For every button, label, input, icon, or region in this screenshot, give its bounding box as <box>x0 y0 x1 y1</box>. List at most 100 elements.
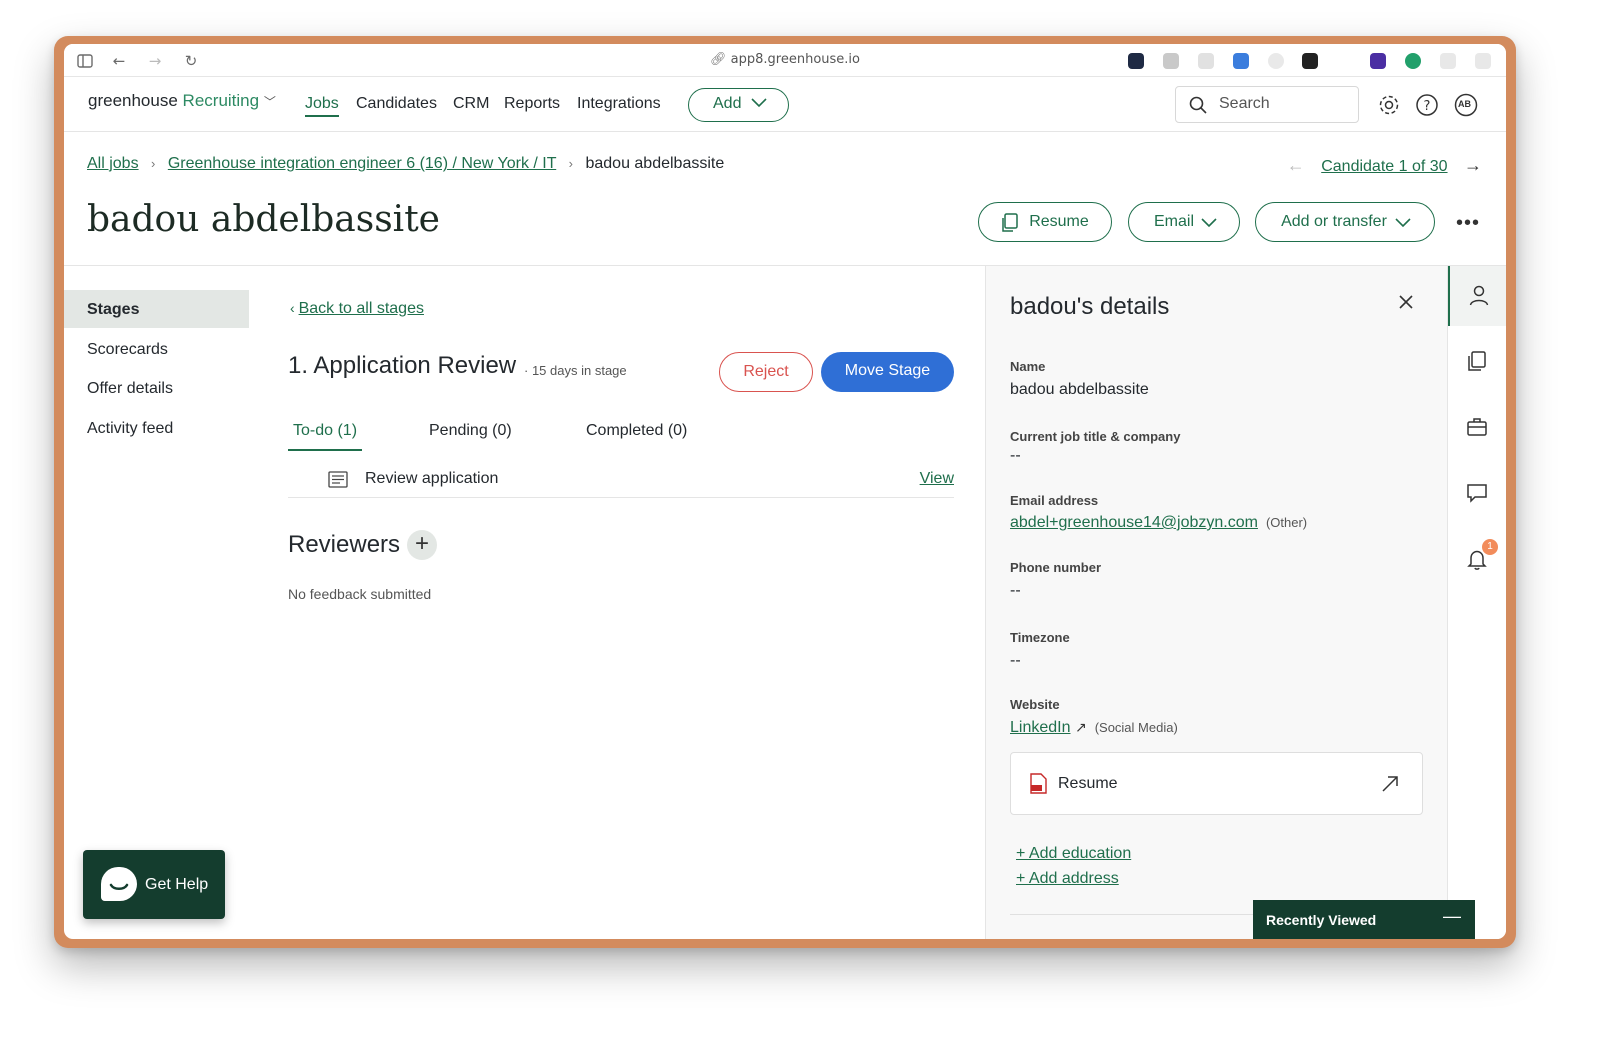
website-label: Website <box>1010 697 1060 712</box>
add-or-transfer-button[interactable]: Add or transfer <box>1255 202 1435 242</box>
extension-blue-icon[interactable] <box>1233 53 1249 69</box>
sidebar-item-offer-details[interactable]: Offer details <box>64 369 249 407</box>
email-link[interactable]: abdel+greenhouse14@jobzyn.com <box>1010 514 1258 531</box>
link-icon: 🔗︎ <box>710 52 731 67</box>
address-bar[interactable]: 🔗︎ app8.greenhouse.io <box>64 52 1506 67</box>
chevron-down-icon <box>1395 218 1411 228</box>
days-in-stage: · 15 days in stage <box>524 363 627 378</box>
job-title-value: -- <box>1010 447 1021 464</box>
search-input[interactable]: Search <box>1175 86 1359 123</box>
website-row: LinkedIn ↗ (Social Media) <box>1010 719 1178 737</box>
tab-completed[interactable]: Completed (0) <box>586 422 687 440</box>
reject-button[interactable]: Reject <box>719 352 813 392</box>
name-value: badou abdelbassite <box>1010 381 1149 398</box>
sidebar-item-stages[interactable]: Stages <box>64 290 249 328</box>
tab-pending[interactable]: Pending (0) <box>429 422 512 440</box>
breadcrumb: All jobs › Greenhouse integration engine… <box>87 155 724 173</box>
rail-jobs[interactable] <box>1448 398 1506 458</box>
nav-crm[interactable]: CRM <box>453 95 489 113</box>
add-button[interactable]: Add <box>688 88 789 122</box>
browser-window: ← → ↻ 🔗︎ app8.greenhouse.io greenhouse R… <box>64 44 1506 939</box>
nav-reports[interactable]: Reports <box>504 95 560 113</box>
gear-icon[interactable] <box>1377 93 1401 117</box>
back-to-stages-link[interactable]: ‹ Back to all stages <box>290 300 424 318</box>
list-item: Review application View <box>288 462 954 498</box>
rail-notifications[interactable]: 1 <box>1448 530 1506 590</box>
add-address-link[interactable]: + Add address <box>1016 870 1119 888</box>
rail-comments[interactable] <box>1448 464 1506 524</box>
add-education-link[interactable]: + Add education <box>1016 845 1131 863</box>
resume-card-label: Resume <box>1058 775 1118 792</box>
view-link[interactable]: View <box>920 470 954 488</box>
email-type: (Other) <box>1265 515 1308 530</box>
candidate-counter[interactable]: Candidate 1 of 30 <box>1321 158 1447 175</box>
briefcase-icon <box>1466 416 1488 438</box>
open-external-icon[interactable] <box>1381 775 1399 793</box>
application-doc-icon <box>328 471 348 488</box>
more-options-icon[interactable]: ••• <box>1456 212 1480 235</box>
minimize-icon[interactable]: — <box>1443 906 1461 927</box>
brand-main: greenhouse <box>88 91 178 110</box>
page-title: badou abdelbassite <box>87 199 440 240</box>
move-stage-button[interactable]: Move Stage <box>821 352 954 392</box>
close-icon[interactable] <box>1398 294 1414 310</box>
timezone-value: -- <box>1010 652 1021 669</box>
chat-bubble-icon <box>101 867 137 901</box>
email-button[interactable]: Email <box>1128 202 1240 242</box>
help-icon[interactable]: ? <box>1415 93 1439 117</box>
job-title-label: Current job title & company <box>1010 429 1181 444</box>
rail-documents[interactable] <box>1448 332 1506 392</box>
next-arrow-icon[interactable]: → <box>1464 155 1482 175</box>
url-text: app8.greenhouse.io <box>730 52 860 67</box>
chevron-right-icon: › <box>151 156 156 171</box>
linkedin-link[interactable]: LinkedIn <box>1010 719 1071 736</box>
nav-jobs[interactable]: Jobs <box>305 95 339 117</box>
back-link-label: Back to all stages <box>298 300 424 317</box>
add-reviewer-button[interactable]: + <box>407 530 437 560</box>
resume-button[interactable]: Resume <box>978 202 1112 242</box>
website-type: (Social Media) <box>1094 720 1178 735</box>
right-rail: 1 <box>1447 266 1506 939</box>
recently-viewed-bar[interactable]: Recently Viewed — <box>1253 900 1475 939</box>
desktop: ← → ↻ 🔗︎ app8.greenhouse.io greenhouse R… <box>0 0 1600 1041</box>
chevron-down-icon <box>751 98 767 108</box>
greenhouse-logo[interactable]: greenhouse Recruiting ﹀ <box>88 91 276 111</box>
email-label: Email address <box>1010 493 1099 508</box>
resume-card[interactable]: Resume <box>1010 752 1423 815</box>
triangle-icon[interactable] <box>1198 53 1214 69</box>
document-icon <box>1001 213 1019 233</box>
extension-circle-icon[interactable] <box>1268 53 1284 69</box>
breadcrumb-all-jobs[interactable]: All jobs <box>87 155 139 172</box>
react-devtools-icon[interactable] <box>1128 53 1144 69</box>
recently-viewed-label: Recently Viewed <box>1266 912 1377 928</box>
notification-badge: 1 <box>1482 539 1498 555</box>
resume-button-label: Resume <box>1029 213 1089 230</box>
add-or-transfer-label: Add or transfer <box>1281 213 1387 230</box>
reviewers-heading: Reviewers <box>288 531 401 558</box>
avatar[interactable]: AB <box>1454 93 1478 117</box>
breadcrumb-job[interactable]: Greenhouse integration engineer 6 (16) /… <box>168 155 556 172</box>
nav-integrations[interactable]: Integrations <box>577 95 661 113</box>
candidate-pager: ← Candidate 1 of 30 → <box>1287 155 1482 176</box>
no-feedback-text: No feedback submitted <box>288 586 432 602</box>
comment-icon <box>1466 482 1488 504</box>
brand-product: Recruiting <box>182 91 260 110</box>
avatar-initials: AB <box>1458 99 1471 109</box>
get-help-button[interactable]: Get Help <box>83 850 225 919</box>
phone-value: -- <box>1010 582 1021 599</box>
todo-label: Review application <box>365 470 499 487</box>
previous-arrow-icon[interactable]: ← <box>1287 155 1305 175</box>
active-tab-indicator <box>288 449 362 451</box>
sidebar-item-scorecards[interactable]: Scorecards <box>64 330 249 368</box>
svg-text:?: ? <box>1424 99 1431 114</box>
nav-candidates[interactable]: Candidates <box>356 95 437 113</box>
rail-details[interactable] <box>1448 266 1506 326</box>
graduation-cap-icon[interactable] <box>1370 53 1386 69</box>
sidebar-item-activity-feed[interactable]: Activity feed <box>64 409 249 447</box>
extension-green-icon[interactable] <box>1405 53 1421 69</box>
notion-icon[interactable] <box>1302 53 1318 69</box>
play-icon[interactable] <box>1163 53 1179 69</box>
extensions-puzzle-icon[interactable] <box>1440 53 1456 69</box>
tab-todo[interactable]: To-do (1) <box>293 422 357 440</box>
split-view-icon[interactable] <box>1475 53 1491 69</box>
